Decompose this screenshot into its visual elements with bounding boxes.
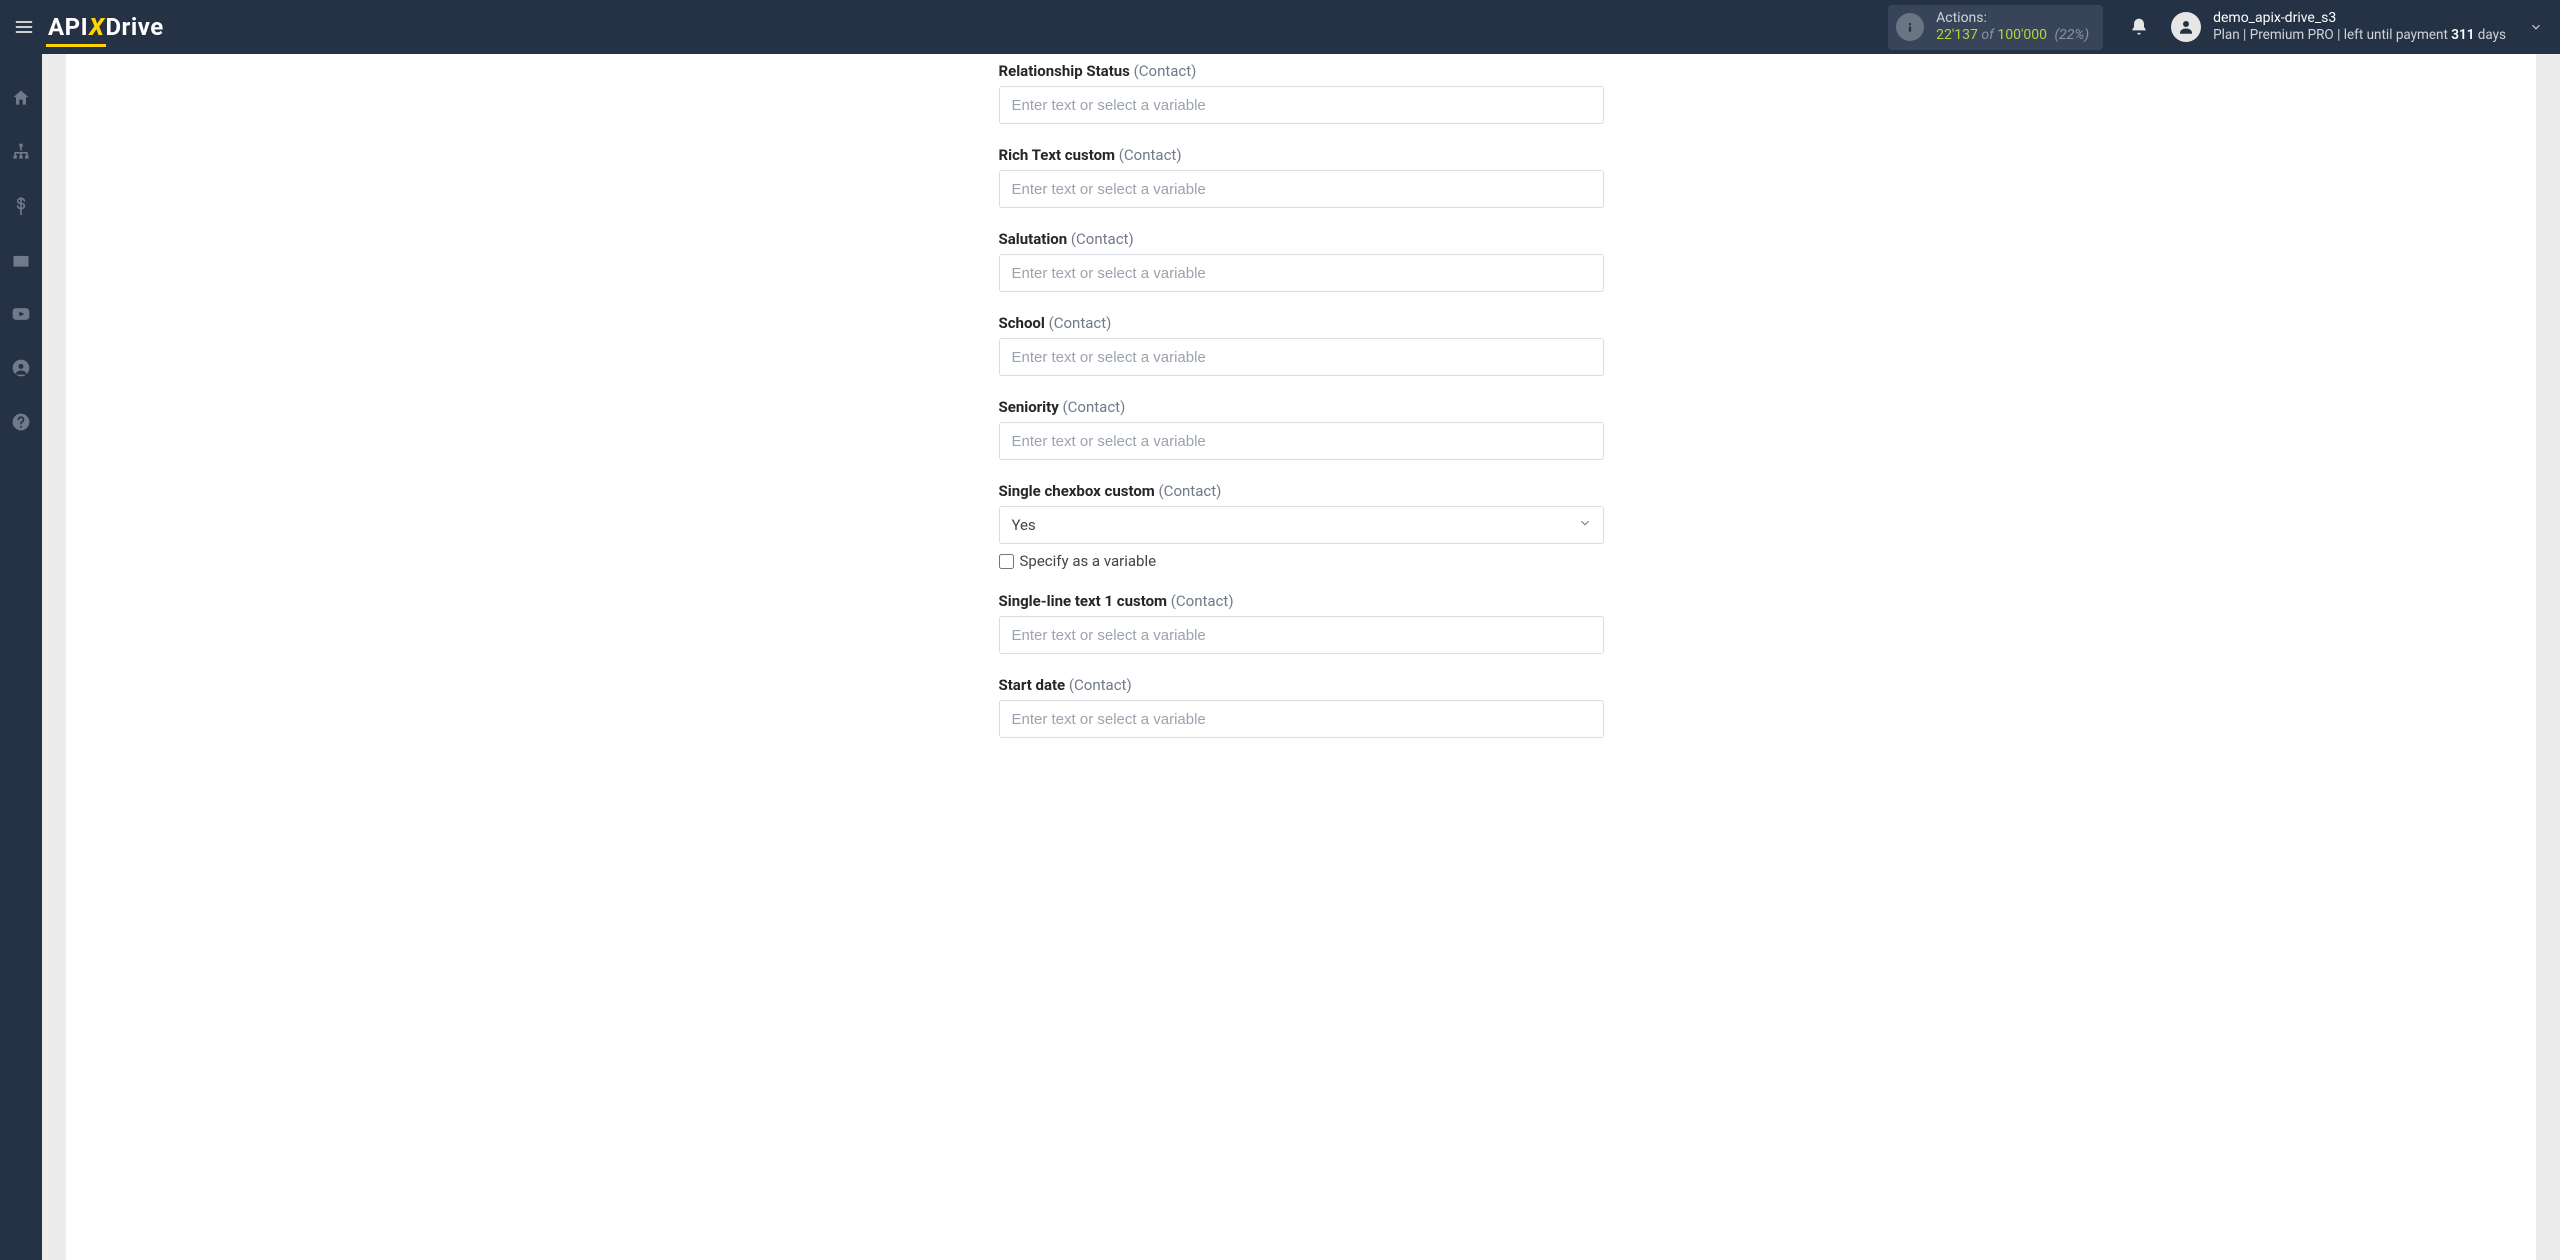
logo-text-x: X <box>88 13 105 41</box>
field-single-line-text-1: Single-line text 1 custom (Contact) <box>999 592 1604 654</box>
field-label: Seniority (Contact) <box>999 398 1604 416</box>
field-label-hint: (Contact) <box>1119 146 1182 164</box>
single-line-text-1-input[interactable] <box>999 616 1604 654</box>
field-label-hint: (Contact) <box>1071 230 1134 248</box>
field-start-date: Start date (Contact) <box>999 676 1604 738</box>
sitemap-icon <box>11 142 31 162</box>
logo-text-api: API <box>48 13 88 41</box>
notifications-button[interactable] <box>2121 9 2157 45</box>
start-date-input[interactable] <box>999 700 1604 738</box>
nav-billing[interactable] <box>0 190 42 222</box>
relationship-status-input[interactable] <box>999 86 1604 124</box>
field-label-hint: (Contact) <box>1069 676 1132 694</box>
bell-icon <box>2129 17 2149 37</box>
nav-help[interactable] <box>0 406 42 438</box>
form-column: Relationship Status (Contact)Rich Text c… <box>999 62 1604 738</box>
user-menu-button[interactable]: demo_apix-drive_s3 Plan | Premium PRO | … <box>2171 10 2548 44</box>
user-text: demo_apix-drive_s3 Plan | Premium PRO | … <box>2213 10 2506 44</box>
field-label-text: Seniority <box>999 398 1059 416</box>
field-label-text: Single chexbox custom <box>999 482 1155 500</box>
field-label-hint: (Contact) <box>1171 592 1234 610</box>
specify-as-variable-checkbox[interactable] <box>999 554 1014 569</box>
username: demo_apix-drive_s3 <box>2213 10 2506 28</box>
field-label-text: Rich Text custom <box>999 146 1116 164</box>
page-scroll-area[interactable]: Relationship Status (Contact)Rich Text c… <box>42 54 2560 1260</box>
menu-toggle-button[interactable] <box>8 11 40 43</box>
field-label: School (Contact) <box>999 314 1604 332</box>
chevron-down-icon <box>2524 15 2548 39</box>
field-relationship-status: Relationship Status (Contact) <box>999 62 1604 124</box>
nav-home[interactable] <box>0 82 42 114</box>
field-label-text: Single-line text 1 custom <box>999 592 1168 610</box>
actions-percent: (22%) <box>2055 27 2090 43</box>
side-nav <box>0 54 42 1260</box>
app-header: APIXDrive Actions: 22'137 of 100'000 (22… <box>0 0 2560 54</box>
actions-usage-badge[interactable]: Actions: 22'137 of 100'000 (22%) <box>1888 5 2103 50</box>
actions-usage-text: Actions: 22'137 of 100'000 (22%) <box>1936 10 2089 45</box>
home-icon <box>11 88 31 108</box>
field-label-hint: (Contact) <box>1159 482 1222 500</box>
nav-videos[interactable] <box>0 298 42 330</box>
school-input[interactable] <box>999 338 1604 376</box>
field-seniority: Seniority (Contact) <box>999 398 1604 460</box>
logo-text-drive: Drive <box>105 13 163 41</box>
dollar-icon <box>11 196 31 216</box>
field-label-text: Start date <box>999 676 1066 694</box>
field-label-text: School <box>999 314 1045 332</box>
specify-as-variable-label: Specify as a variable <box>1020 552 1157 570</box>
user-circle-icon <box>11 358 31 378</box>
nav-account[interactable] <box>0 352 42 384</box>
hamburger-icon <box>14 17 34 37</box>
logo-underline <box>46 44 106 47</box>
nav-integrations[interactable] <box>0 136 42 168</box>
actions-label: Actions: <box>1936 10 2089 28</box>
brand-logo: APIXDrive <box>48 13 164 41</box>
field-label-text: Relationship Status <box>999 62 1130 80</box>
field-rich-text-custom: Rich Text custom (Contact) <box>999 146 1604 208</box>
info-icon <box>1896 13 1924 41</box>
field-salutation: Salutation (Contact) <box>999 230 1604 292</box>
select-wrap: Yes <box>999 506 1604 544</box>
single-checkbox-select[interactable]: Yes <box>999 506 1604 544</box>
field-label-hint: (Contact) <box>1063 398 1126 416</box>
field-label-text: Salutation <box>999 230 1068 248</box>
field-label: Single-line text 1 custom (Contact) <box>999 592 1604 610</box>
field-single-checkbox: Single chexbox custom (Contact) Yes Specif… <box>999 482 1604 570</box>
avatar <box>2171 12 2201 42</box>
actions-total: 100'000 <box>1997 27 2047 43</box>
field-label-hint: (Contact) <box>1049 314 1112 332</box>
specify-as-variable-row[interactable]: Specify as a variable <box>999 552 1604 570</box>
rich-text-custom-input[interactable] <box>999 170 1604 208</box>
field-label: Single chexbox custom (Contact) <box>999 482 1604 500</box>
field-school: School (Contact) <box>999 314 1604 376</box>
field-label-hint: (Contact) <box>1134 62 1197 80</box>
salutation-input[interactable] <box>999 254 1604 292</box>
seniority-input[interactable] <box>999 422 1604 460</box>
actions-of: of <box>1981 27 1993 43</box>
plan-line: Plan | Premium PRO | left until payment … <box>2213 27 2506 44</box>
briefcase-icon <box>11 250 31 270</box>
help-icon <box>11 412 31 432</box>
user-icon <box>2177 18 2195 36</box>
field-label: Relationship Status (Contact) <box>999 62 1604 80</box>
actions-used: 22'137 <box>1936 27 1978 43</box>
youtube-icon <box>11 304 31 324</box>
form-panel: Relationship Status (Contact)Rich Text c… <box>66 54 2536 1260</box>
field-label: Start date (Contact) <box>999 676 1604 694</box>
field-label: Salutation (Contact) <box>999 230 1604 248</box>
field-label: Rich Text custom (Contact) <box>999 146 1604 164</box>
nav-toolbox[interactable] <box>0 244 42 276</box>
